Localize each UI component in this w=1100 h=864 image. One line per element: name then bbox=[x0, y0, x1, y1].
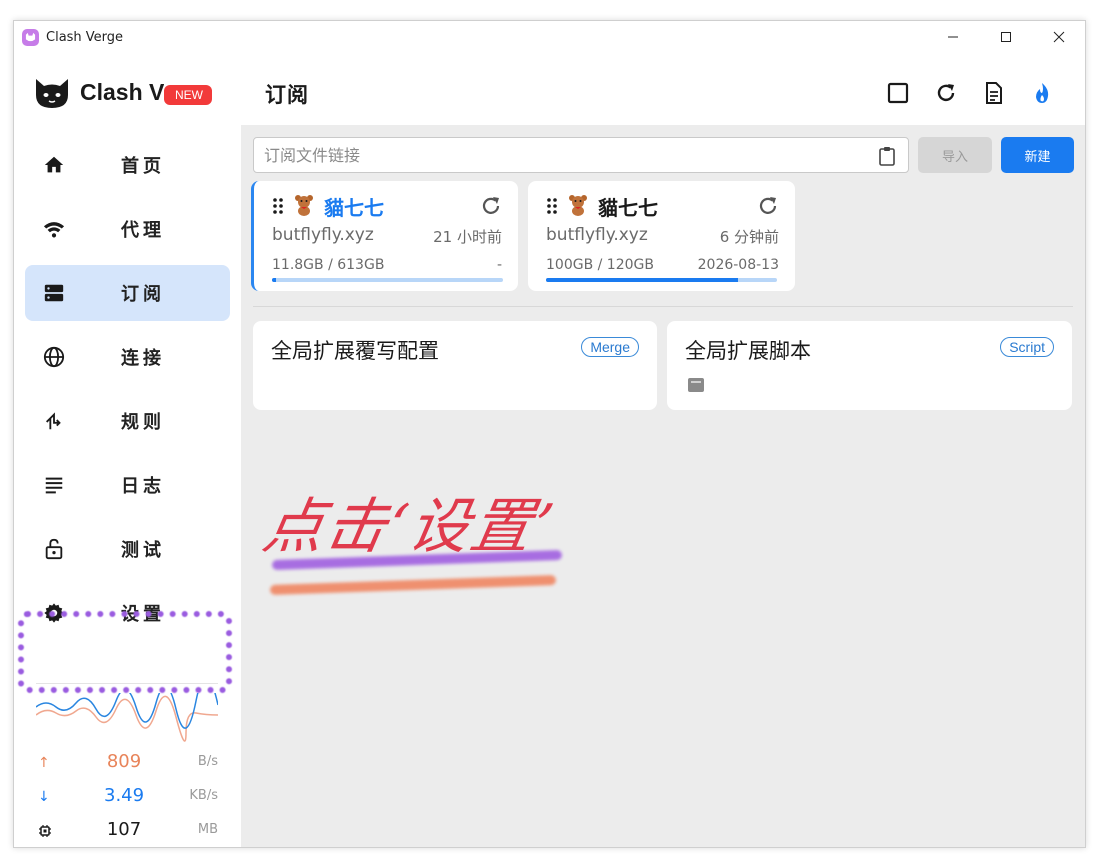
sidebar-item-label: 规则 bbox=[121, 412, 165, 433]
usage-progress-bar bbox=[546, 278, 777, 282]
window-title: Clash Verge bbox=[46, 29, 124, 45]
sidebar-item-home[interactable]: 首页 bbox=[25, 137, 230, 193]
sidebar-item-proxy[interactable]: 代理 bbox=[25, 201, 230, 257]
new-badge: NEW bbox=[164, 85, 212, 105]
memory-chip-icon bbox=[39, 825, 51, 837]
home-icon bbox=[44, 156, 64, 173]
subscription-url-input[interactable] bbox=[253, 137, 909, 173]
teddy-bear-icon bbox=[295, 195, 313, 216]
merge-extension-card[interactable]: 全局扩展覆写配置 Merge bbox=[253, 321, 657, 410]
document-icon[interactable] bbox=[982, 81, 1006, 105]
wifi-icon bbox=[43, 222, 65, 238]
server-icon bbox=[44, 284, 64, 302]
lines-icon bbox=[45, 477, 63, 494]
profile-usage: 100GB / 120GB bbox=[546, 257, 654, 273]
download-stat: ↓ 3.49 KB/s bbox=[14, 785, 241, 811]
main-content: 订阅 导入 新建 貓七七 butflyfly.xyz 21 小时前 11.8GB… bbox=[241, 53, 1085, 847]
close-button[interactable] bbox=[1032, 21, 1085, 53]
traffic-divider bbox=[36, 683, 218, 684]
extension-badge: Script bbox=[1000, 337, 1054, 357]
sidebar-item-label: 首页 bbox=[121, 156, 165, 177]
title-bar: Clash Verge bbox=[14, 21, 1085, 53]
sidebar-item-label: 代理 bbox=[121, 220, 165, 241]
memory-unit: MB bbox=[197, 822, 218, 837]
clipboard-icon[interactable] bbox=[878, 146, 896, 166]
main-header: 订阅 bbox=[241, 53, 1085, 125]
minimize-button[interactable] bbox=[926, 21, 979, 53]
sidebar-item-connections[interactable]: 连接 bbox=[25, 329, 230, 385]
arrow-up-icon: ↑ bbox=[38, 755, 50, 771]
extension-badge: Merge bbox=[581, 337, 639, 357]
profile-updated: 21 小时前 bbox=[433, 228, 502, 246]
cat-logo-icon bbox=[36, 79, 68, 108]
refresh-icon[interactable] bbox=[934, 81, 958, 105]
sidebar: Clash Verge NEW 首页 代理 订阅 连接 规则 bbox=[14, 53, 241, 847]
traffic-graph bbox=[36, 693, 218, 742]
profile-host: butflyfly.xyz bbox=[546, 225, 648, 245]
download-value: 3.49 bbox=[104, 785, 145, 806]
refresh-icon[interactable] bbox=[480, 195, 502, 217]
import-button[interactable]: 导入 bbox=[918, 137, 992, 173]
memory-value: 107 bbox=[106, 819, 142, 840]
app-logo-icon bbox=[22, 28, 39, 46]
upload-stat: ↑ 809 B/s bbox=[14, 751, 241, 777]
profile-name: 貓七七 bbox=[598, 196, 658, 220]
profile-expire: - bbox=[496, 257, 502, 273]
usage-progress-fill bbox=[272, 278, 277, 282]
usage-progress-fill bbox=[546, 278, 738, 282]
drag-handle-icon[interactable] bbox=[272, 197, 284, 215]
maximize-button[interactable] bbox=[979, 21, 1032, 53]
new-button[interactable]: 新建 bbox=[1001, 137, 1074, 173]
upload-unit: B/s bbox=[197, 754, 218, 769]
memory-stat: 107 MB bbox=[14, 819, 241, 845]
profile-expire: 2026-08-13 bbox=[697, 257, 779, 273]
sidebar-item-logs[interactable]: 日志 bbox=[25, 457, 230, 513]
profile-card[interactable]: 貓七七 butflyfly.xyz 21 小时前 11.8GB / 613GB … bbox=[251, 181, 518, 291]
logo: Clash Verge NEW bbox=[34, 75, 212, 109]
sidebar-item-label: 连接 bbox=[121, 348, 165, 369]
profile-card[interactable]: 貓七七 butflyfly.xyz 6 分钟前 100GB / 120GB 20… bbox=[528, 181, 795, 291]
sidebar-item-label: 订阅 bbox=[121, 284, 165, 305]
logo-text: Clash Verge bbox=[80, 78, 164, 105]
arrow-down-icon: ↓ bbox=[38, 789, 50, 805]
drag-handle-icon[interactable] bbox=[546, 197, 558, 215]
extension-title: 全局扩展脚本 bbox=[685, 339, 811, 363]
app-window: Clash Verge Clash Verge NEW bbox=[13, 20, 1086, 848]
profile-name: 貓七七 bbox=[324, 196, 384, 220]
lock-icon bbox=[45, 538, 63, 560]
sidebar-item-label: 测试 bbox=[121, 540, 165, 561]
profile-usage: 11.8GB / 613GB bbox=[272, 257, 385, 273]
sidebar-item-test[interactable]: 测试 bbox=[25, 521, 230, 577]
usage-progress-bar bbox=[272, 278, 503, 282]
sidebar-item-label: 日志 bbox=[121, 476, 165, 497]
section-divider bbox=[253, 306, 1073, 307]
flame-icon[interactable] bbox=[1030, 81, 1054, 105]
script-extension-card[interactable]: 全局扩展脚本 Script bbox=[667, 321, 1072, 410]
subscription-url-field[interactable] bbox=[254, 138, 854, 172]
teddy-bear-icon bbox=[569, 195, 587, 216]
sidebar-item-rules[interactable]: 规则 bbox=[25, 393, 230, 449]
upload-value: 809 bbox=[106, 751, 142, 772]
download-unit: KB/s bbox=[189, 788, 218, 803]
sidebar-nav: 首页 代理 订阅 连接 规则 日志 测试 设置 bbox=[25, 137, 230, 649]
profile-updated: 6 分钟前 bbox=[719, 228, 779, 246]
page-title: 订阅 bbox=[265, 83, 309, 107]
file-icon[interactable] bbox=[687, 377, 705, 393]
refresh-icon[interactable] bbox=[757, 195, 779, 217]
sidebar-item-profiles[interactable]: 订阅 bbox=[25, 265, 230, 321]
globe-icon bbox=[43, 346, 65, 368]
fork-icon bbox=[46, 412, 61, 430]
profile-host: butflyfly.xyz bbox=[272, 225, 374, 245]
extension-title: 全局扩展覆写配置 bbox=[271, 339, 439, 363]
settings-highlight-annotation bbox=[18, 611, 232, 693]
square-icon[interactable] bbox=[886, 81, 910, 105]
